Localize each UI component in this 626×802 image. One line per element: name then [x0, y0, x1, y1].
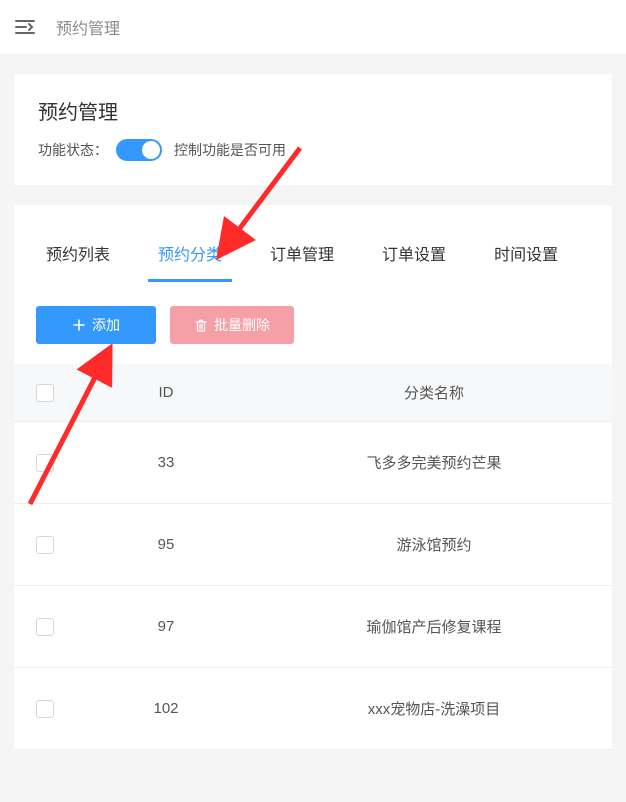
- tab-order-manage[interactable]: 订单管理: [260, 231, 344, 282]
- bulk-delete-button-label: 批量删除: [214, 315, 270, 335]
- row-id: 95: [76, 504, 256, 586]
- breadcrumb: 预约管理: [56, 15, 120, 39]
- category-table: ID 分类名称 33 飞多多完美预约芒果 95 游泳馆预约 97 瑜伽馆产后修复…: [14, 364, 612, 750]
- tab-appointment-list[interactable]: 预约列表: [36, 231, 120, 282]
- function-status-toggle[interactable]: [116, 139, 162, 161]
- action-button-row: 添加 批量删除: [14, 282, 612, 364]
- row-name: 飞多多完美预约芒果: [256, 422, 612, 504]
- add-button-label: 添加: [92, 315, 120, 335]
- table-header-row: ID 分类名称: [14, 364, 612, 422]
- tab-order-settings[interactable]: 订单设置: [372, 231, 456, 282]
- add-button[interactable]: 添加: [36, 306, 156, 344]
- header-id: ID: [76, 364, 256, 422]
- tabs: 预约列表 预约分类 订单管理 订单设置 时间设置: [14, 231, 612, 282]
- tab-time-settings[interactable]: 时间设置: [484, 231, 568, 282]
- toggle-knob: [142, 141, 160, 159]
- header-name: 分类名称: [256, 364, 612, 422]
- plus-icon: [72, 318, 86, 332]
- row-name: 游泳馆预约: [256, 504, 612, 586]
- table-row: 97 瑜伽馆产后修复课程: [14, 586, 612, 668]
- function-status-row: 功能状态： 控制功能是否可用: [38, 139, 588, 161]
- row-name: xxx宠物店-洗澡项目: [256, 668, 612, 750]
- table-row: 33 飞多多完美预约芒果: [14, 422, 612, 504]
- table-row: 95 游泳馆预约: [14, 504, 612, 586]
- tab-appointment-category[interactable]: 预约分类: [148, 231, 232, 282]
- page-title: 预约管理: [38, 96, 588, 125]
- function-status-label: 功能状态：: [38, 140, 108, 160]
- function-status-desc: 控制功能是否可用: [174, 140, 286, 160]
- row-id: 33: [76, 422, 256, 504]
- body-panel: 预约列表 预约分类 订单管理 订单设置 时间设置 添加 批量删除: [14, 205, 612, 750]
- row-checkbox[interactable]: [36, 618, 54, 636]
- menu-toggle-button[interactable]: [12, 14, 38, 40]
- row-id: 97: [76, 586, 256, 668]
- row-id: 102: [76, 668, 256, 750]
- menu-icon: [15, 19, 35, 35]
- header-panel: 预约管理 功能状态： 控制功能是否可用: [14, 74, 612, 185]
- select-all-checkbox[interactable]: [36, 384, 54, 402]
- row-checkbox[interactable]: [36, 700, 54, 718]
- bulk-delete-button[interactable]: 批量删除: [170, 306, 294, 344]
- topbar: 预约管理: [0, 0, 626, 54]
- row-checkbox[interactable]: [36, 454, 54, 472]
- row-name: 瑜伽馆产后修复课程: [256, 586, 612, 668]
- trash-icon: [194, 318, 208, 332]
- header-checkbox-cell: [14, 364, 76, 422]
- table-row: 102 xxx宠物店-洗澡项目: [14, 668, 612, 750]
- row-checkbox[interactable]: [36, 536, 54, 554]
